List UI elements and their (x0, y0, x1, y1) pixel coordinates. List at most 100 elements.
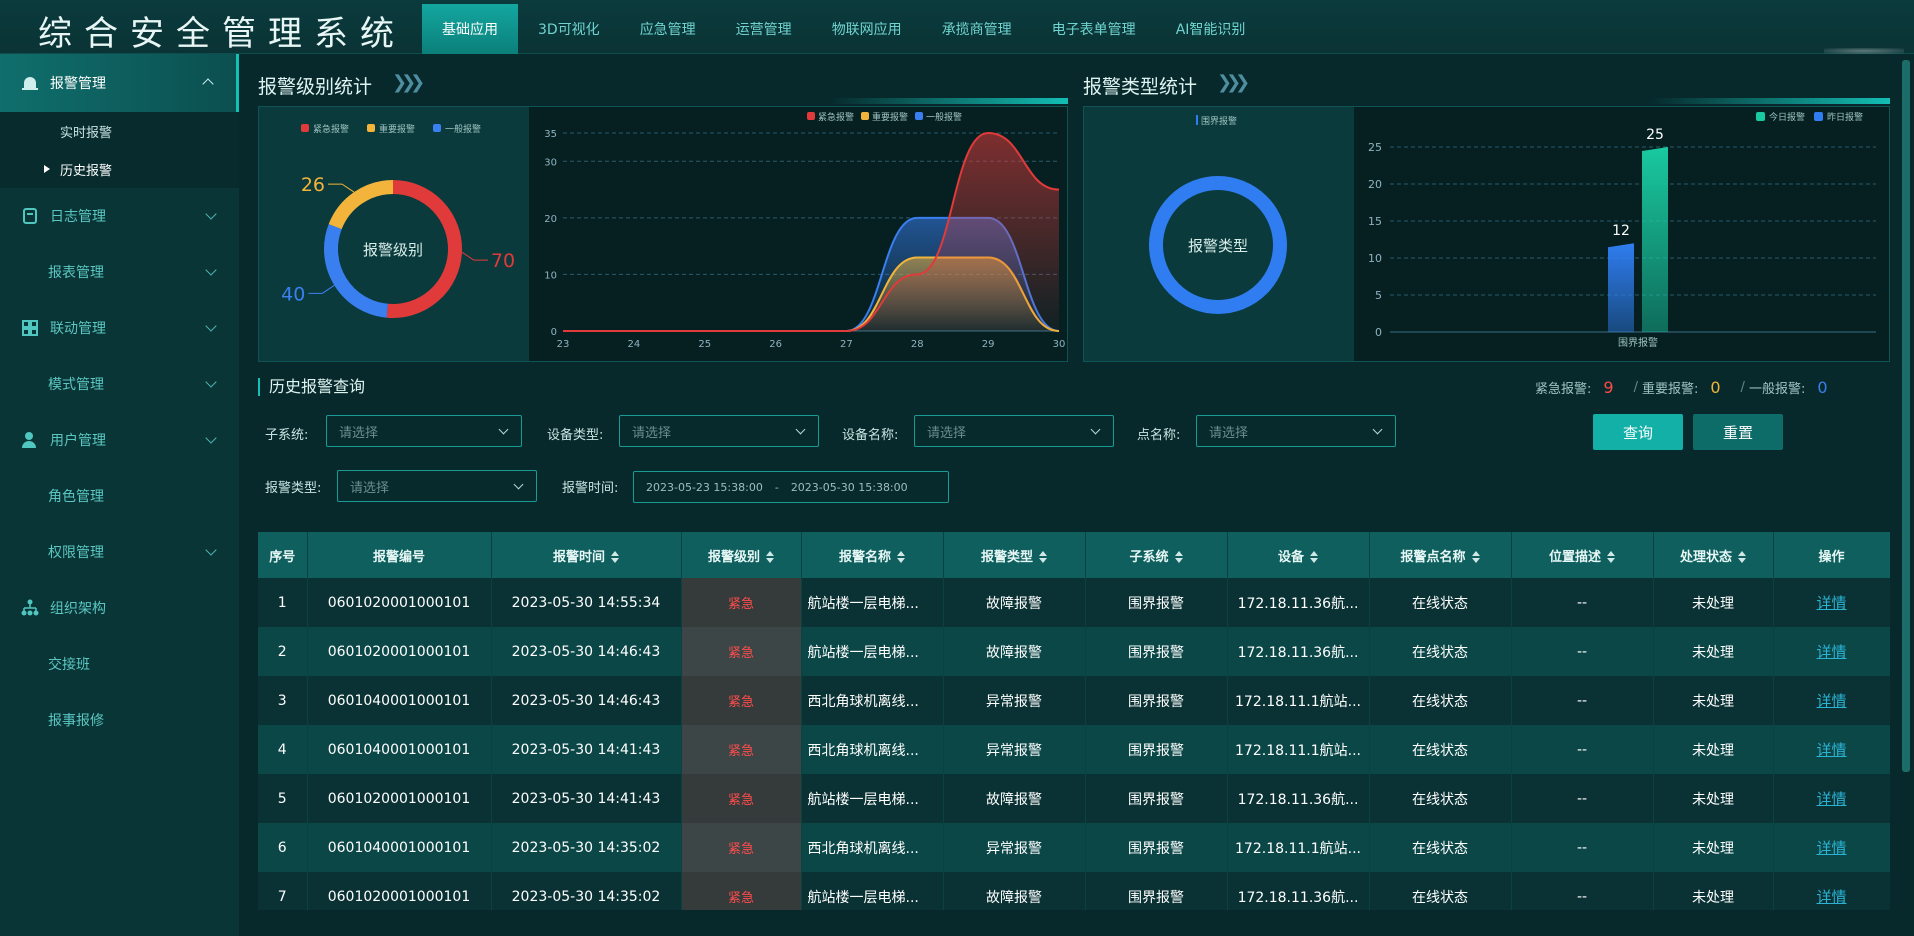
area-fill-0 (563, 133, 1059, 331)
detail-link[interactable]: 详情 (1773, 725, 1890, 774)
bar-y-tick-label: 10 (1368, 252, 1382, 265)
nav-tab-2[interactable]: 应急管理 (620, 4, 716, 54)
alarm-table-container: 序号 报警编号 报警时间 报警级别 报警名称 报警类型 子系统 设备 报警点名称 位置描述 处理状态… (258, 532, 1890, 910)
table-cell: 7 (258, 872, 308, 910)
alarm-type-select[interactable]: 请选择 (337, 470, 537, 502)
point-name-select[interactable]: 请选择 (1196, 415, 1396, 447)
table-cell: 紧急 (681, 627, 802, 676)
device-name-select[interactable]: 请选择 (914, 415, 1114, 447)
table-cell: 172.18.11.1航站... (1227, 823, 1370, 872)
page-scrollbar-thumb[interactable] (1902, 60, 1910, 772)
table-cell: 围界报警 (1085, 823, 1228, 872)
normal-count-label: 一般报警: (1748, 382, 1806, 397)
sidebar-item-label: 角色管理 (48, 489, 104, 505)
column-header-6[interactable]: 子系统 (1085, 532, 1228, 578)
sidebar-item-2[interactable]: 报表管理 (0, 244, 239, 300)
type-panel-accent (1650, 98, 1890, 104)
sidebar-group-3[interactable]: 联动管理 (0, 300, 239, 356)
sidebar-item-9[interactable]: 交接班 (0, 636, 239, 692)
table-cell: 围界报警 (1085, 578, 1228, 627)
device-name-label: 设备名称: (842, 428, 899, 443)
type-stats-panel: 围界报警 报警类型 0 5 10 15 20 25 围界报警 12 25 今日报警 昨日报警 (1083, 106, 1890, 362)
nav-tab-3[interactable]: 运营管理 (716, 4, 812, 54)
sort-icon[interactable] (1310, 551, 1318, 563)
subsystem-select[interactable]: 请选择 (326, 415, 522, 447)
reset-button[interactable]: 重置 (1693, 414, 1783, 450)
column-header-label: 报警类型 (980, 549, 1033, 565)
detail-link[interactable]: 详情 (1773, 823, 1890, 872)
sidebar-group-8[interactable]: 组织架构 (0, 580, 239, 636)
sort-icon[interactable] (1471, 551, 1480, 563)
sidebar-item-7[interactable]: 权限管理 (0, 524, 239, 580)
table-row: 3 0601040001000101 2023-05-30 14:46:43 紧急 西北… (258, 676, 1890, 725)
detail-link[interactable]: 详情 (1773, 627, 1890, 676)
sort-icon[interactable] (766, 551, 774, 563)
donut-label-line-2 (308, 284, 335, 294)
bar-0 (1608, 243, 1634, 332)
table-cell: 0601020001000101 (307, 627, 492, 676)
sidebar-item-6[interactable]: 角色管理 (0, 468, 239, 524)
sort-icon[interactable] (897, 551, 905, 563)
sidebar-subitem-label: 历史报警 (60, 163, 113, 179)
sidebar-subitem-1[interactable]: 历史报警 (0, 150, 239, 188)
column-header-3[interactable]: 报警级别 (681, 532, 802, 578)
nav-tab-0[interactable]: 基础应用 (422, 4, 518, 54)
column-header-4[interactable]: 报警名称 (801, 532, 944, 578)
column-header-2[interactable]: 报警时间 (491, 532, 682, 578)
donut-slice-2 (324, 224, 389, 318)
sidebar-group-0[interactable]: 报警管理 (0, 54, 239, 112)
legend-label-1: 重要报警 (379, 123, 415, 135)
table-cell: 2023-05-30 14:41:43 (491, 725, 682, 774)
detail-link[interactable]: 详情 (1773, 578, 1890, 627)
nav-tab-6[interactable]: 电子表单管理 (1032, 4, 1156, 54)
time-end: 2023-05-30 15:38:00 (790, 480, 908, 494)
device-type-select[interactable]: 请选择 (619, 415, 819, 447)
subsystem-placeholder: 请选择 (339, 425, 379, 441)
nav-tab-1[interactable]: 3D可视化 (518, 4, 620, 54)
x-tick-label: 27 (840, 339, 853, 350)
sidebar-item-10[interactable]: 报事报修 (0, 692, 239, 748)
level-donut-chart: 紧急报警 重要报警 一般报警 70 40 26 报警级别 (281, 123, 515, 318)
sort-icon[interactable] (1039, 551, 1047, 563)
sort-icon[interactable] (611, 551, 619, 563)
column-header-label: 子系统 (1129, 549, 1169, 565)
sidebar-group-5[interactable]: 用户管理 (0, 412, 239, 468)
trend-legend-label-1: 重要报警 (872, 111, 908, 123)
sidebar-item-4[interactable]: 模式管理 (0, 356, 239, 412)
nav-tab-7[interactable]: AI智能识别 (1156, 4, 1266, 54)
y-tick-label: 10 (544, 270, 557, 281)
table-cell: 在线状态 (1369, 774, 1512, 823)
donut-value-label-0: 70 (491, 250, 515, 272)
detail-link[interactable]: 详情 (1773, 676, 1890, 725)
column-header-8[interactable]: 报警点名称 (1369, 532, 1512, 578)
sort-icon[interactable] (1607, 551, 1615, 563)
table-cell: -- (1511, 627, 1654, 676)
sidebar-subitem-0[interactable]: 实时报警 (0, 112, 239, 150)
detail-link[interactable]: 详情 (1773, 774, 1890, 823)
alarm-time-range-picker[interactable]: 2023-05-23 15:38:00 - 2023-05-30 15:38:0… (633, 471, 949, 503)
bar-y-tick-label: 20 (1368, 178, 1382, 191)
table-cell: 紧急 (681, 578, 802, 627)
table-cell: 异常报警 (943, 725, 1086, 774)
sort-icon[interactable] (1174, 551, 1183, 563)
sidebar-group-1[interactable]: 日志管理 (0, 188, 239, 244)
chevron-down-icon (513, 479, 524, 490)
column-header-7[interactable]: 设备 (1227, 532, 1370, 578)
search-button[interactable]: 查询 (1593, 414, 1683, 450)
column-header-10[interactable]: 处理状态 (1653, 532, 1774, 578)
nav-tab-4[interactable]: 物联网应用 (812, 4, 922, 54)
table-cell: 未处理 (1653, 725, 1774, 774)
device-type-label: 设备类型: (547, 428, 604, 443)
column-header-5[interactable]: 报警类型 (943, 532, 1086, 578)
column-header-9[interactable]: 位置描述 (1511, 532, 1654, 578)
table-cell: 未处理 (1653, 872, 1774, 910)
column-header-label: 报警点名称 (1400, 549, 1466, 565)
table-cell: 未处理 (1653, 823, 1774, 872)
table-cell: 2 (258, 627, 308, 676)
x-tick-label: 30 (1053, 339, 1066, 350)
detail-link[interactable]: 详情 (1773, 872, 1890, 910)
bar-y-tick-label: 15 (1368, 215, 1382, 228)
table-cell: 西北角球机离线... (801, 823, 944, 872)
sort-icon[interactable] (1738, 551, 1746, 563)
nav-tab-5[interactable]: 承揽商管理 (922, 4, 1032, 54)
